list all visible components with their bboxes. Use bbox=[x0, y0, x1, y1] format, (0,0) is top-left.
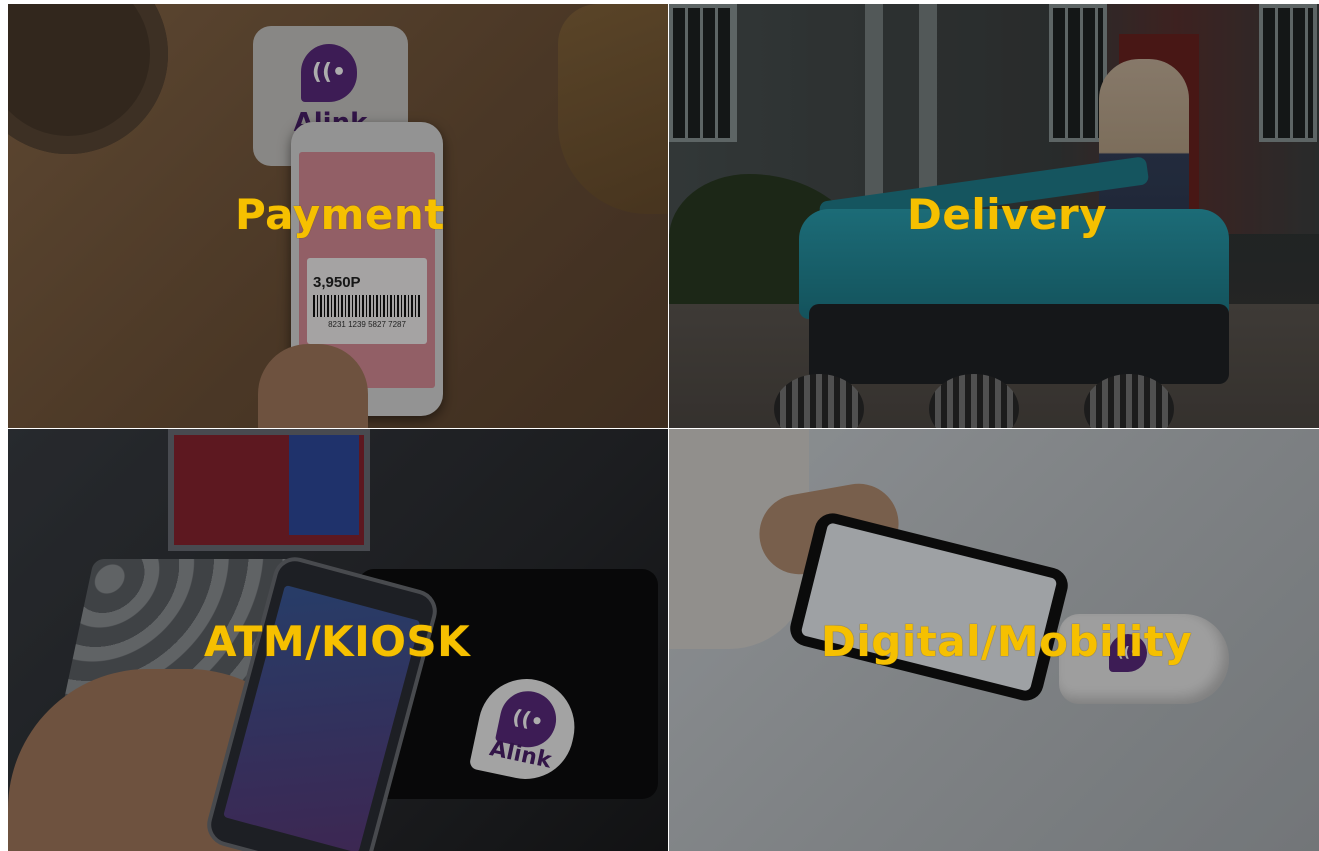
feature-grid: ((• Alink 3,950P 8231 1239 5827 7287 Pay… bbox=[8, 4, 1319, 851]
digital-mobility-caption: Digital/Mobility bbox=[821, 617, 1193, 666]
digital-mobility-tile: ((• Digital/Mobility bbox=[669, 429, 1319, 851]
payment-caption: Payment bbox=[235, 190, 445, 239]
atm-kiosk-caption: ATM/KIOSK bbox=[204, 617, 471, 666]
delivery-caption: Delivery bbox=[907, 190, 1108, 239]
payment-tile: ((• Alink 3,950P 8231 1239 5827 7287 Pay… bbox=[8, 4, 668, 428]
atm-kiosk-tile: ((• Alink ATM/KIOSK bbox=[8, 429, 668, 851]
delivery-tile: Delivery bbox=[669, 4, 1319, 428]
